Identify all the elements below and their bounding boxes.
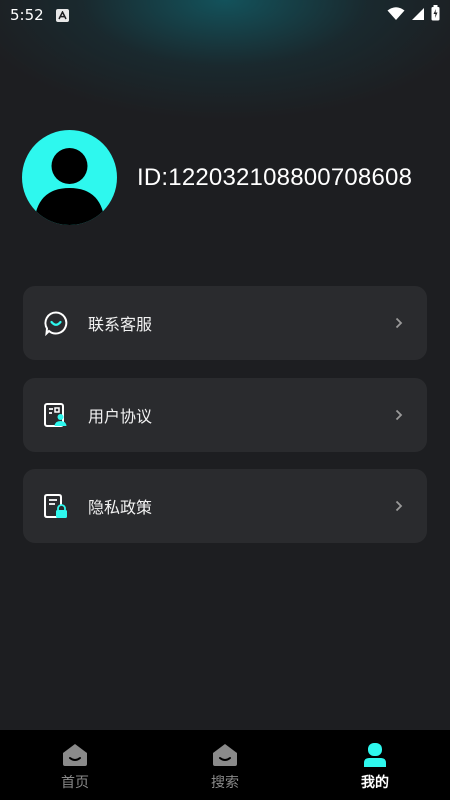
home-icon	[62, 742, 88, 768]
search-home-icon	[212, 742, 238, 768]
notification-a-icon	[55, 8, 69, 22]
menu-item-customer-service[interactable]: 联系客服	[23, 286, 427, 360]
menu-item-user-agreement[interactable]: 用户协议	[23, 378, 427, 452]
menu-item-label: 隐私政策	[88, 498, 153, 517]
menu-item-label: 用户协议	[88, 407, 153, 426]
profile-icon	[362, 742, 388, 768]
nav-item-label: 我的	[361, 775, 389, 791]
battery-charging-icon	[431, 5, 440, 25]
chevron-right-icon	[395, 499, 407, 513]
nav-item-search[interactable]: 搜索	[150, 730, 300, 800]
user-id: ID:122032108800708608	[137, 164, 413, 191]
status-right-icons	[387, 5, 440, 25]
default-user-icon	[34, 148, 105, 225]
menu-item-label: 联系客服	[88, 315, 153, 334]
privacy-policy-icon	[43, 493, 69, 519]
screen: 5:52 ID:122032108800708608 联系客服 用户协议 隐私政…	[0, 0, 450, 800]
menu-item-privacy-policy[interactable]: 隐私政策	[23, 469, 427, 543]
user-agreement-icon	[43, 402, 69, 428]
customer-service-icon	[43, 310, 69, 336]
avatar[interactable]	[22, 130, 117, 225]
status-bar: 5:52	[0, 0, 450, 30]
nav-item-label: 搜索	[211, 775, 239, 791]
signal-icon	[411, 6, 425, 25]
chevron-right-icon	[395, 316, 407, 330]
status-time: 5:52	[10, 6, 44, 24]
wifi-icon	[387, 6, 405, 25]
nav-item-mine[interactable]: 我的	[300, 730, 450, 800]
nav-item-label: 首页	[61, 775, 89, 791]
chevron-right-icon	[395, 408, 407, 422]
nav-item-home[interactable]: 首页	[0, 730, 150, 800]
bottom-nav: 首页 搜索 我的	[0, 730, 450, 800]
